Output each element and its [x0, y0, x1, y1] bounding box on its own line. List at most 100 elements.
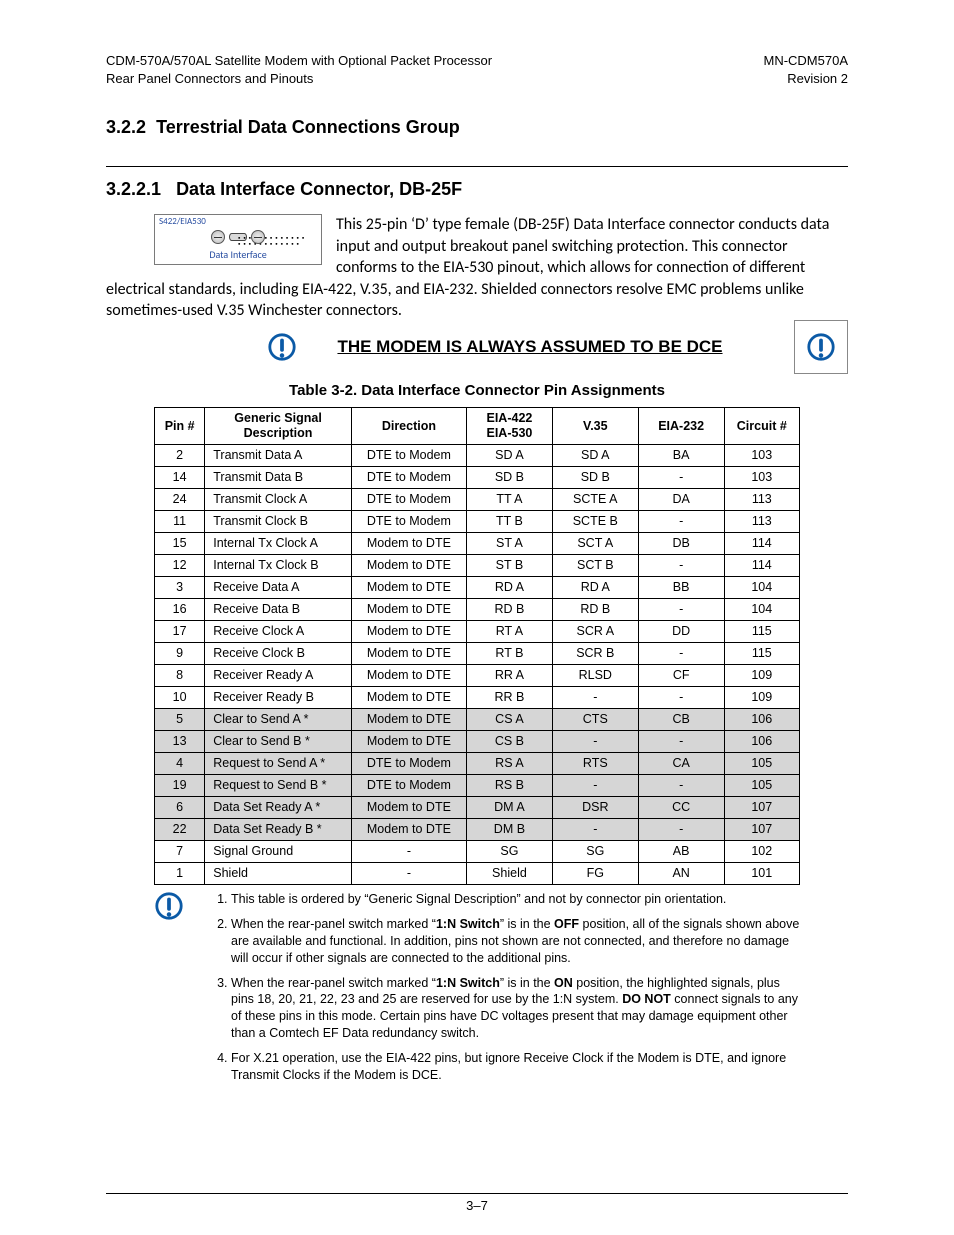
screw-icon	[211, 230, 225, 244]
cell-v35: SCT A	[552, 533, 638, 555]
cell-eia232: -	[638, 775, 724, 797]
table-row: 17Receive Clock AModem to DTERT ASCR ADD…	[155, 621, 800, 643]
cell-desc: Shield	[205, 863, 352, 885]
cell-eia422: RR A	[467, 665, 553, 687]
cell-dir: DTE to Modem	[351, 467, 466, 489]
cell-desc: Transmit Data B	[205, 467, 352, 489]
cell-pin: 5	[155, 709, 205, 731]
cell-pin: 16	[155, 599, 205, 621]
cell-v35: RD B	[552, 599, 638, 621]
cell-eia422: DM A	[467, 797, 553, 819]
header-title-line1: CDM-570A/570AL Satellite Modem with Opti…	[106, 52, 492, 70]
cell-v35: SD A	[552, 445, 638, 467]
cell-pin: 2	[155, 445, 205, 467]
cell-circuit: 107	[724, 797, 799, 819]
cell-pin: 7	[155, 841, 205, 863]
cell-desc: Data Set Ready B *	[205, 819, 352, 841]
cell-eia232: -	[638, 643, 724, 665]
cell-circuit: 106	[724, 709, 799, 731]
section-l2-number: 3.2.2	[106, 117, 146, 137]
connector-fig-top-label: S422/EIA530	[155, 215, 321, 228]
cell-desc: Receiver Ready A	[205, 665, 352, 687]
cell-pin: 1	[155, 863, 205, 885]
table-row: 2Transmit Data ADTE to ModemSD ASD ABA10…	[155, 445, 800, 467]
note-text: When the rear-panel switch marked “	[231, 976, 436, 990]
col-eia422: EIA-422EIA-530	[467, 408, 553, 445]
table-row: 6Data Set Ready A *Modem to DTEDM ADSRCC…	[155, 797, 800, 819]
table-row: 4Request to Send A *DTE to ModemRS ARTSC…	[155, 753, 800, 775]
cell-dir: Modem to DTE	[351, 731, 466, 753]
cell-v35: -	[552, 819, 638, 841]
cell-dir: Modem to DTE	[351, 797, 466, 819]
cell-pin: 4	[155, 753, 205, 775]
cell-circuit: 102	[724, 841, 799, 863]
cell-v35: SCT B	[552, 555, 638, 577]
cell-dir: -	[351, 841, 466, 863]
table-caption: Table 3-2. Data Interface Connector Pin …	[106, 382, 848, 399]
cell-desc: Signal Ground	[205, 841, 352, 863]
cell-circuit: 115	[724, 621, 799, 643]
cell-eia422: RS B	[467, 775, 553, 797]
cell-dir: Modem to DTE	[351, 621, 466, 643]
note-item: When the rear-panel switch marked “1:N S…	[231, 975, 800, 1043]
cell-eia232: CB	[638, 709, 724, 731]
cell-v35: -	[552, 731, 638, 753]
cell-eia422: CS B	[467, 731, 553, 753]
cell-dir: Modem to DTE	[351, 687, 466, 709]
cell-dir: Modem to DTE	[351, 555, 466, 577]
cell-pin: 22	[155, 819, 205, 841]
cell-dir: DTE to Modem	[351, 511, 466, 533]
note-bold: DO NOT	[622, 992, 671, 1006]
table-row: 15Internal Tx Clock AModem to DTEST ASCT…	[155, 533, 800, 555]
col-eia232: EIA-232	[638, 408, 724, 445]
table-row: 12Internal Tx Clock BModem to DTEST BSCT…	[155, 555, 800, 577]
table-notes: This table is ordered by “Generic Signal…	[154, 891, 800, 1084]
table-row: 3Receive Data AModem to DTERD ARD ABB104	[155, 577, 800, 599]
cell-pin: 13	[155, 731, 205, 753]
cell-desc: Receiver Ready B	[205, 687, 352, 709]
cell-eia422: CS A	[467, 709, 553, 731]
cell-pin: 12	[155, 555, 205, 577]
col-dir: Direction	[351, 408, 466, 445]
table-row: 10Receiver Ready BModem to DTERR B--109	[155, 687, 800, 709]
cell-eia422: TT A	[467, 489, 553, 511]
cell-circuit: 107	[724, 819, 799, 841]
cell-eia422: RT B	[467, 643, 553, 665]
col-desc: Generic Signal Description	[205, 408, 352, 445]
header-right: MN-CDM570A Revision 2	[763, 52, 848, 87]
cell-pin: 14	[155, 467, 205, 489]
cell-desc: Request to Send B *	[205, 775, 352, 797]
cell-dir: DTE to Modem	[351, 445, 466, 467]
cell-eia232: DA	[638, 489, 724, 511]
table-row: 22Data Set Ready B *Modem to DTEDM B--10…	[155, 819, 800, 841]
table-row: 16Receive Data BModem to DTERD BRD B-104	[155, 599, 800, 621]
cell-dir: DTE to Modem	[351, 775, 466, 797]
cell-desc: Internal Tx Clock B	[205, 555, 352, 577]
section-l3-number: 3.2.2.1	[106, 179, 161, 199]
cell-pin: 3	[155, 577, 205, 599]
cell-desc: Transmit Clock A	[205, 489, 352, 511]
cell-v35: SCR A	[552, 621, 638, 643]
cell-eia232: CA	[638, 753, 724, 775]
cell-eia232: AN	[638, 863, 724, 885]
intro-block: S422/EIA530 Data Interface This 25-pin ‘…	[106, 214, 848, 322]
cell-v35: SCTE B	[552, 511, 638, 533]
cell-eia232: -	[638, 731, 724, 753]
cell-circuit: 106	[724, 731, 799, 753]
cell-v35: -	[552, 687, 638, 709]
cell-pin: 6	[155, 797, 205, 819]
screw-icon	[251, 230, 265, 244]
table-head: Pin # Generic Signal Description Directi…	[155, 408, 800, 445]
cell-circuit: 115	[724, 643, 799, 665]
cell-dir: Modem to DTE	[351, 643, 466, 665]
cell-v35: RD A	[552, 577, 638, 599]
cell-eia232: -	[638, 819, 724, 841]
cell-pin: 9	[155, 643, 205, 665]
header-title-line2: Rear Panel Connectors and Pinouts	[106, 70, 492, 88]
cell-eia232: BB	[638, 577, 724, 599]
cell-v35: RTS	[552, 753, 638, 775]
note-item: For X.21 operation, use the EIA-422 pins…	[231, 1050, 800, 1084]
cell-pin: 24	[155, 489, 205, 511]
note-text: ” is in the	[500, 976, 554, 990]
cell-eia232: CF	[638, 665, 724, 687]
